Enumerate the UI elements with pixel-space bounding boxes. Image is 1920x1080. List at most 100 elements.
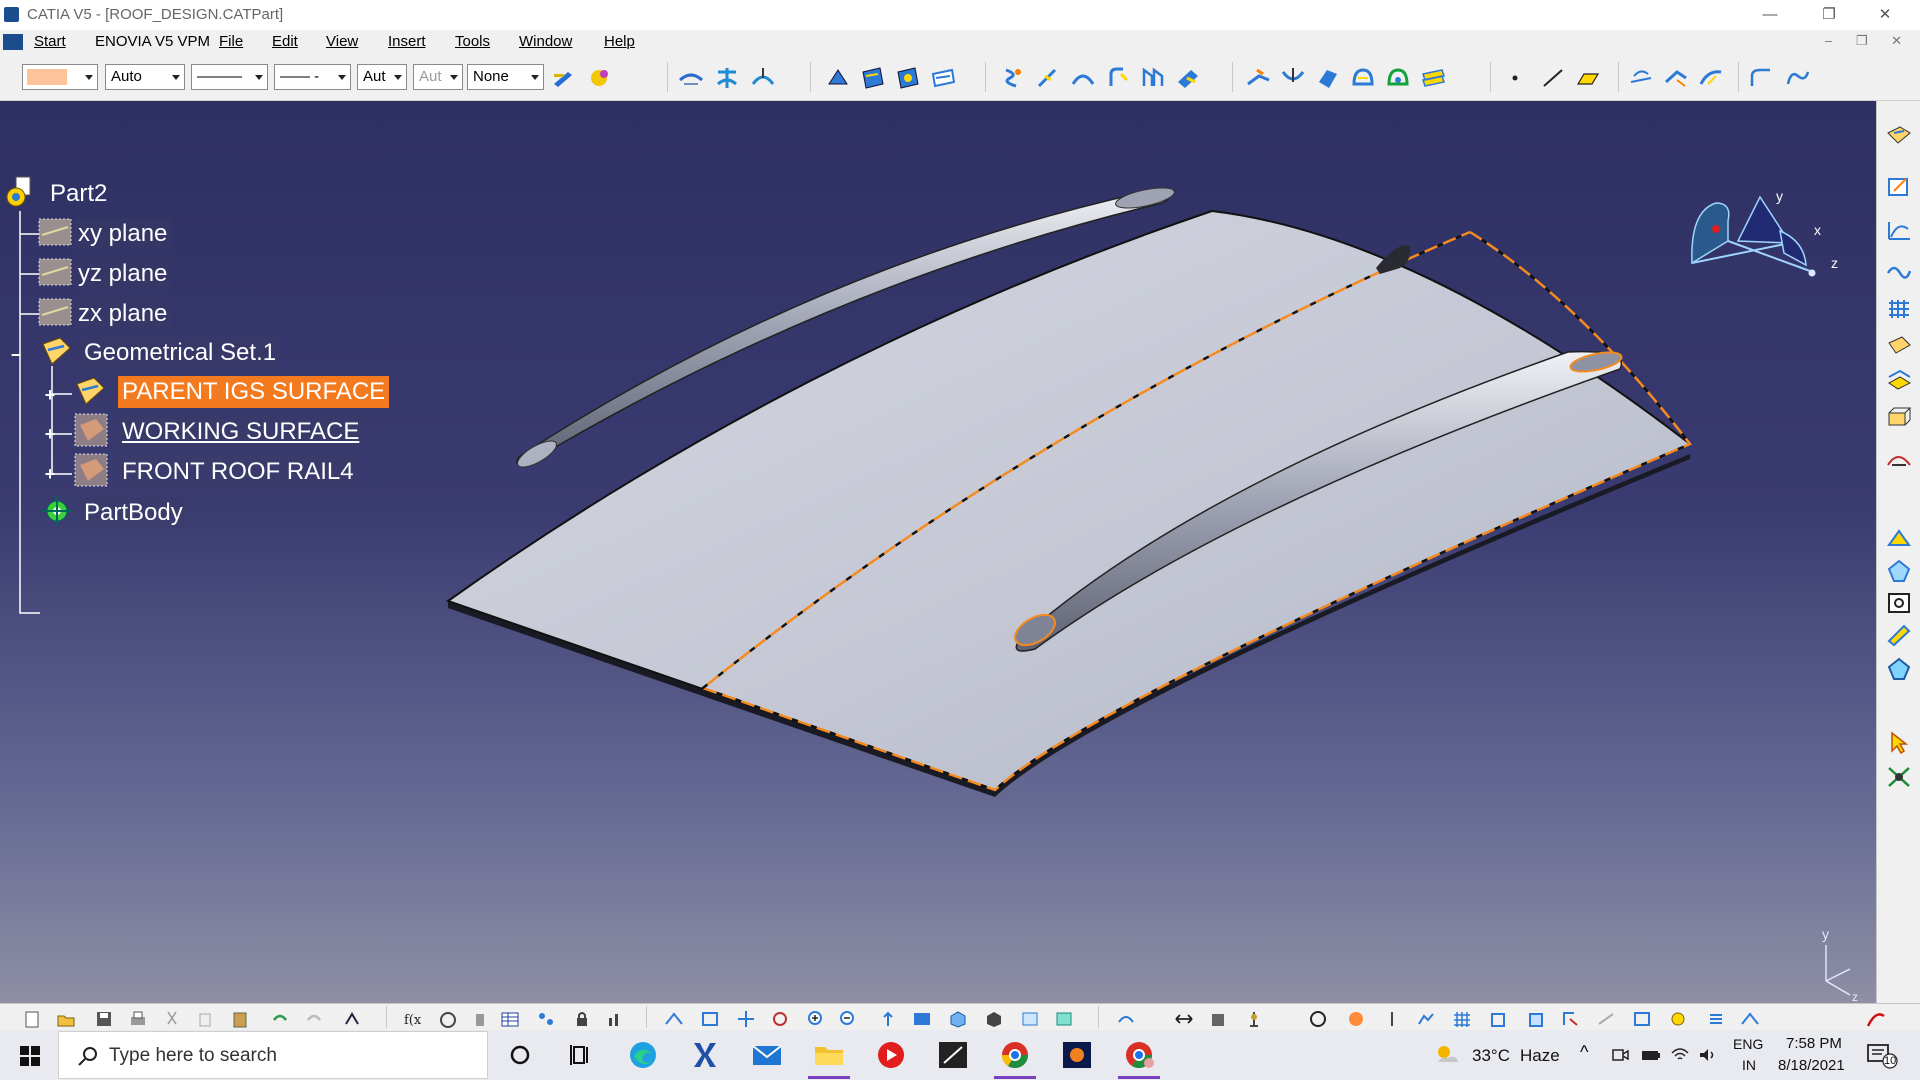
boundary-icon[interactable] (1175, 66, 1201, 90)
plane-icon[interactable] (714, 66, 740, 90)
line-type-combo[interactable]: —— - (274, 64, 351, 90)
restore-button[interactable]: ❐ (1806, 3, 1852, 27)
menu-edit[interactable]: Edit (272, 33, 298, 50)
zoom-in-icon[interactable] (806, 1010, 826, 1028)
draft-analysis-icon[interactable] (1382, 1010, 1402, 1028)
surface-icon[interactable] (1886, 333, 1912, 357)
volume-icon[interactable] (1698, 1045, 1718, 1065)
apply-material-icon[interactable] (1886, 657, 1912, 681)
cube-icon[interactable] (1488, 1010, 1508, 1028)
menu-insert[interactable]: Insert (388, 33, 426, 50)
section-icon[interactable] (1526, 1010, 1546, 1028)
lock-icon[interactable] (572, 1010, 592, 1028)
region-indicator[interactable]: IN (1742, 1057, 1756, 1073)
paste-icon[interactable] (230, 1010, 250, 1028)
media-player-icon[interactable] (874, 1039, 908, 1071)
taskbar-search-box[interactable]: Type here to search (58, 1031, 488, 1079)
multi-section-icon[interactable] (1886, 369, 1912, 393)
expand-icon[interactable]: + (43, 425, 57, 443)
image-app-icon[interactable] (1060, 1039, 1094, 1071)
macro-icon[interactable] (470, 1010, 490, 1028)
menu-tools[interactable]: Tools (455, 33, 490, 50)
redo-icon[interactable] (304, 1010, 324, 1028)
rotate-icon[interactable] (1350, 66, 1376, 90)
table-icon[interactable] (500, 1010, 520, 1028)
connect-checker-icon[interactable] (1308, 1010, 1328, 1028)
iso-view-icon[interactable] (948, 1010, 968, 1028)
menu-file[interactable]: File (219, 33, 243, 50)
new-icon[interactable] (22, 1010, 42, 1028)
parallel-curve-icon[interactable] (1698, 66, 1724, 90)
fit-all-icon[interactable] (700, 1010, 720, 1028)
windows-start-icon[interactable] (20, 1046, 40, 1066)
sphere-icon[interactable] (895, 66, 921, 90)
compass-widget[interactable]: y x z (1680, 181, 1850, 301)
snap-icon[interactable] (1416, 1010, 1436, 1028)
point-icon[interactable] (1505, 66, 1531, 90)
sketch-icon[interactable] (678, 66, 704, 90)
mdi-window-controls[interactable]: – ❐ ✕ (1825, 33, 1912, 49)
whats-this-icon[interactable] (342, 1010, 362, 1028)
box-icon[interactable] (1886, 591, 1912, 615)
weather-condition[interactable]: Haze (1520, 1046, 1560, 1066)
join-icon[interactable] (1000, 66, 1026, 90)
reference-icon[interactable] (1560, 1010, 1580, 1028)
projection-icon[interactable] (750, 66, 776, 90)
zoom-out-icon[interactable] (838, 1010, 858, 1028)
meet-now-icon[interactable] (1610, 1045, 1630, 1065)
clock-date[interactable]: 8/18/2021 (1778, 1057, 1845, 1074)
chart-icon[interactable] (606, 1010, 626, 1028)
update-icon[interactable] (1116, 1010, 1136, 1028)
sweep-icon[interactable] (930, 66, 956, 90)
catalog-icon[interactable] (438, 1010, 458, 1028)
measure-icon[interactable] (1886, 623, 1912, 647)
split-icon[interactable] (1105, 66, 1131, 90)
pan-icon[interactable] (736, 1010, 756, 1028)
shading-icon[interactable] (984, 1010, 1004, 1028)
color-combo[interactable] (22, 64, 98, 90)
edge-browser-icon[interactable] (626, 1039, 660, 1071)
spline-icon[interactable] (1785, 66, 1811, 90)
knowledge-advisor-icon[interactable] (1596, 1010, 1616, 1028)
circle-icon[interactable] (1748, 66, 1774, 90)
select-arrow-icon[interactable] (1886, 731, 1912, 755)
part-design-icon[interactable] (1632, 1010, 1652, 1028)
fillet-icon[interactable] (1280, 66, 1306, 90)
law-icon[interactable] (1886, 261, 1912, 285)
menu-window[interactable]: Window (519, 33, 572, 50)
grid-icon[interactable] (1886, 297, 1912, 321)
multi-view-icon[interactable] (912, 1010, 932, 1028)
file-explorer-icon[interactable] (812, 1039, 846, 1071)
knowledge-icon[interactable] (536, 1010, 556, 1028)
list-icon[interactable] (1706, 1010, 1726, 1028)
manipulate-icon[interactable] (1886, 765, 1912, 789)
catia-taskbar-icon[interactable] (688, 1039, 722, 1071)
offset-icon[interactable] (1886, 559, 1912, 583)
translate-icon[interactable] (1315, 66, 1341, 90)
chrome-icon[interactable] (998, 1039, 1032, 1071)
task-view-icon[interactable] (564, 1039, 598, 1071)
scaling-icon[interactable] (1420, 66, 1446, 90)
cut-icon[interactable] (162, 1010, 182, 1028)
clock-time[interactable]: 7:58 PM (1786, 1035, 1842, 1052)
workbench-icon[interactable] (1886, 123, 1912, 147)
volume-icon[interactable] (1886, 405, 1912, 429)
measure-item-icon[interactable] (1208, 1010, 1228, 1028)
weather-icon[interactable] (1432, 1042, 1462, 1068)
close-button[interactable]: ✕ (1862, 3, 1908, 27)
open-icon[interactable] (56, 1010, 76, 1028)
swap-space-icon[interactable] (1054, 1010, 1074, 1028)
mail-icon[interactable] (750, 1039, 784, 1071)
grid-toggle-icon[interactable] (1452, 1010, 1472, 1028)
wifi-icon[interactable] (1670, 1045, 1690, 1065)
line-icon[interactable] (1540, 66, 1566, 90)
painter-icon[interactable] (551, 66, 577, 90)
measure-between-icon[interactable] (1174, 1010, 1194, 1028)
revolve-icon[interactable] (860, 66, 886, 90)
symmetry-icon[interactable] (1385, 66, 1411, 90)
normal-view-icon[interactable] (878, 1010, 898, 1028)
chrome-profile-icon[interactable] (1122, 1039, 1156, 1071)
menu-help[interactable]: Help (604, 33, 635, 50)
minimize-button[interactable]: — (1747, 3, 1793, 27)
extract-icon[interactable] (1245, 66, 1271, 90)
